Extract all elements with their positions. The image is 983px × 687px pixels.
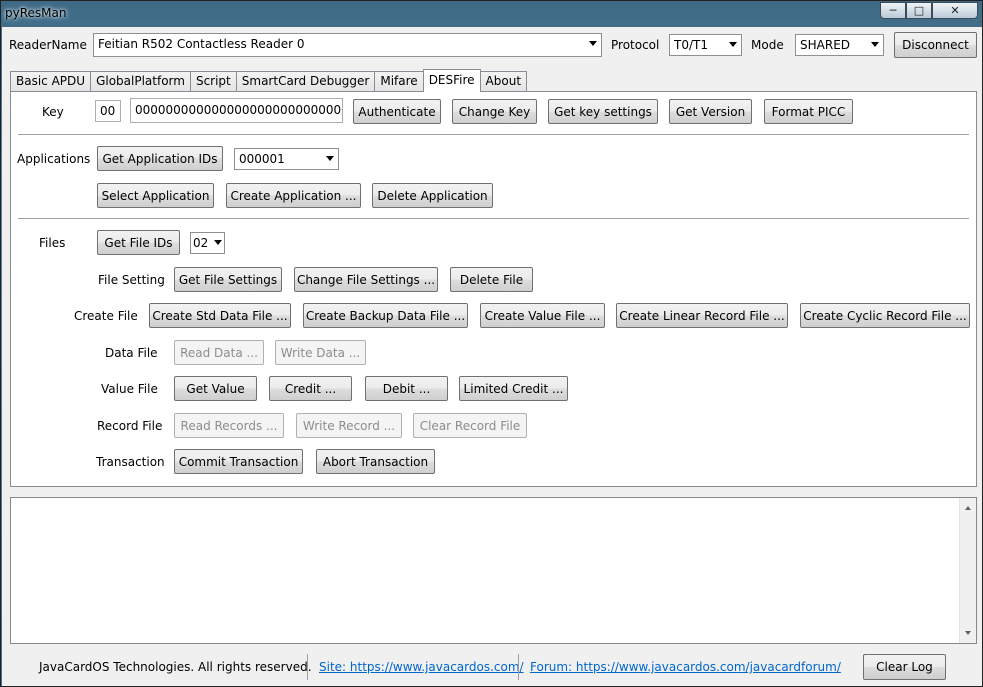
files-label: Files (39, 236, 66, 250)
credit-button[interactable]: Credit ... (269, 376, 352, 401)
value-file-label: Value File (101, 382, 158, 396)
change-key-button[interactable]: Change Key (452, 99, 537, 124)
separator (18, 134, 969, 135)
read-data-button[interactable]: Read Data ... (174, 340, 264, 365)
close-button[interactable]: ✕ (932, 2, 978, 19)
clear-record-file-button[interactable]: Clear Record File (413, 413, 527, 438)
chevron-down-icon (729, 42, 737, 47)
tab-globalplatform[interactable]: GlobalPlatform (90, 71, 191, 92)
tab-script[interactable]: Script (189, 71, 237, 92)
protocol-select[interactable]: T0/T1 (669, 34, 742, 56)
applications-label: Applications (17, 152, 91, 166)
window-controls: ─ □ ✕ (880, 2, 978, 19)
application-id-select[interactable]: 000001 (234, 148, 339, 170)
maximize-icon: □ (913, 4, 925, 17)
application-id-value: 000001 (239, 152, 285, 166)
format-picc-button[interactable]: Format PICC (764, 99, 853, 124)
get-value-button[interactable]: Get Value (174, 376, 257, 401)
create-file-label: Create File (74, 309, 138, 323)
file-setting-label: File Setting (98, 273, 165, 287)
window-title: pyResMan (5, 6, 67, 20)
get-file-settings-button[interactable]: Get File Settings (174, 267, 282, 292)
authenticate-button[interactable]: Authenticate (353, 99, 441, 124)
key-value-input[interactable]: 00000000000000000000000000000000 (130, 98, 343, 123)
get-application-ids-button[interactable]: Get Application IDs (97, 146, 223, 171)
mode-label: Mode (751, 38, 784, 52)
record-file-label: Record File (97, 419, 163, 433)
disconnect-button[interactable]: Disconnect (894, 32, 977, 58)
write-record-button[interactable]: Write Record ... (296, 413, 402, 438)
status-bar: JavaCardOS Technologies. All rights rese… (2, 651, 982, 686)
debit-button[interactable]: Debit ... (365, 376, 448, 401)
mode-select-value: SHARED (800, 38, 851, 52)
site-link[interactable]: Site: https://www.javacardos.com/ (319, 660, 524, 674)
reader-select-value: Feitian R502 Contactless Reader 0 (98, 37, 305, 51)
tab-desfire[interactable]: DESFire (422, 69, 481, 92)
reader-name-label: ReaderName (9, 38, 87, 52)
log-scrollbar[interactable] (959, 498, 976, 643)
tab-strip: Basic APDU GlobalPlatform Script SmartCa… (10, 69, 528, 92)
create-application-button[interactable]: Create Application ... (226, 183, 361, 208)
chevron-down-icon (326, 156, 334, 161)
status-separator (307, 654, 308, 680)
tab-basic-apdu[interactable]: Basic APDU (10, 71, 92, 92)
desfire-panel: Key 00 00000000000000000000000000000000 … (10, 91, 977, 487)
copyright-text: JavaCardOS Technologies. All rights rese… (39, 660, 312, 674)
chevron-down-icon (214, 240, 222, 245)
mode-select[interactable]: SHARED (795, 34, 884, 56)
title-bar[interactable]: pyResMan ─ □ ✕ (1, 1, 983, 25)
scroll-down-icon[interactable] (965, 631, 971, 635)
create-value-file-button[interactable]: Create Value File ... (480, 303, 605, 328)
protocol-select-value: T0/T1 (674, 38, 708, 52)
chevron-down-icon (871, 42, 879, 47)
get-file-ids-button[interactable]: Get File IDs (97, 230, 180, 255)
commit-transaction-button[interactable]: Commit Transaction (174, 449, 303, 474)
protocol-label: Protocol (611, 38, 660, 52)
create-cyclic-record-file-button[interactable]: Create Cyclic Record File ... (800, 303, 970, 328)
data-file-label: Data File (105, 346, 158, 360)
minimize-button[interactable]: ─ (880, 2, 906, 19)
tab-about[interactable]: About (479, 71, 528, 92)
read-records-button[interactable]: Read Records ... (174, 413, 284, 438)
transaction-label: Transaction (96, 455, 165, 469)
clear-log-button[interactable]: Clear Log (863, 654, 946, 680)
create-linear-record-file-button[interactable]: Create Linear Record File ... (616, 303, 788, 328)
file-id-select[interactable]: 02 (190, 232, 225, 254)
delete-application-button[interactable]: Delete Application (372, 183, 493, 208)
tab-mifare[interactable]: Mifare (374, 71, 424, 92)
client-area: ReaderName Feitian R502 Contactless Read… (2, 27, 982, 686)
scroll-up-icon[interactable] (965, 506, 971, 510)
write-data-button[interactable]: Write Data ... (275, 340, 366, 365)
app-window: pyResMan ─ □ ✕ ReaderName Feitian R502 C… (0, 0, 983, 687)
limited-credit-button[interactable]: Limited Credit ... (459, 376, 568, 401)
forum-link[interactable]: Forum: https://www.javacardos.com/javaca… (530, 660, 841, 674)
key-label: Key (42, 105, 64, 119)
maximize-button[interactable]: □ (906, 2, 932, 19)
create-backup-data-file-button[interactable]: Create Backup Data File ... (303, 303, 468, 328)
chevron-down-icon (589, 41, 597, 46)
abort-transaction-button[interactable]: Abort Transaction (316, 449, 435, 474)
get-key-settings-button[interactable]: Get key settings (548, 99, 658, 124)
log-textarea[interactable] (10, 497, 977, 644)
status-separator (518, 654, 519, 680)
create-std-data-file-button[interactable]: Create Std Data File ... (149, 303, 291, 328)
close-icon: ✕ (950, 4, 960, 17)
get-version-button[interactable]: Get Version (669, 99, 752, 124)
key-number-input[interactable]: 00 (95, 100, 121, 122)
delete-file-button[interactable]: Delete File (450, 267, 533, 292)
change-file-settings-button[interactable]: Change File Settings ... (294, 267, 438, 292)
minimize-icon: ─ (889, 4, 897, 17)
tab-smartcard-debugger[interactable]: SmartCard Debugger (235, 71, 376, 92)
separator (18, 218, 969, 219)
select-application-button[interactable]: Select Application (97, 183, 214, 208)
reader-select[interactable]: Feitian R502 Contactless Reader 0 (93, 33, 602, 57)
